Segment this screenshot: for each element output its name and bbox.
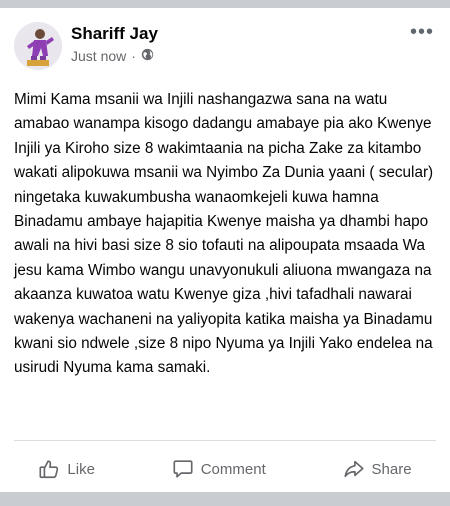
thumbs-up-icon: [38, 458, 60, 480]
globe-icon[interactable]: [141, 48, 154, 64]
like-button[interactable]: Like: [38, 458, 95, 480]
share-label: Share: [371, 460, 412, 478]
post-meta: Just now ·: [71, 48, 154, 64]
post-actions: Like Comment Share: [0, 448, 450, 490]
share-icon: [343, 458, 365, 480]
share-button[interactable]: Share: [343, 458, 412, 480]
post-header: Shariff Jay Just now · •••: [14, 22, 436, 72]
comment-button[interactable]: Comment: [172, 458, 266, 480]
comment-label: Comment: [200, 460, 266, 478]
meta-separator: ·: [131, 48, 136, 64]
post-card: Shariff Jay Just now · ••• Mimi Kama msa…: [0, 8, 450, 492]
comment-icon: [172, 458, 194, 480]
post-text: Mimi Kama msanii wa Injili nashangazwa s…: [14, 91, 434, 377]
timestamp[interactable]: Just now: [71, 48, 126, 64]
author-name[interactable]: Shariff Jay: [71, 24, 158, 44]
divider: [14, 440, 436, 441]
more-options-button[interactable]: •••: [410, 22, 434, 42]
like-label: Like: [67, 460, 95, 478]
avatar-image: [14, 22, 62, 70]
avatar[interactable]: [14, 22, 62, 70]
